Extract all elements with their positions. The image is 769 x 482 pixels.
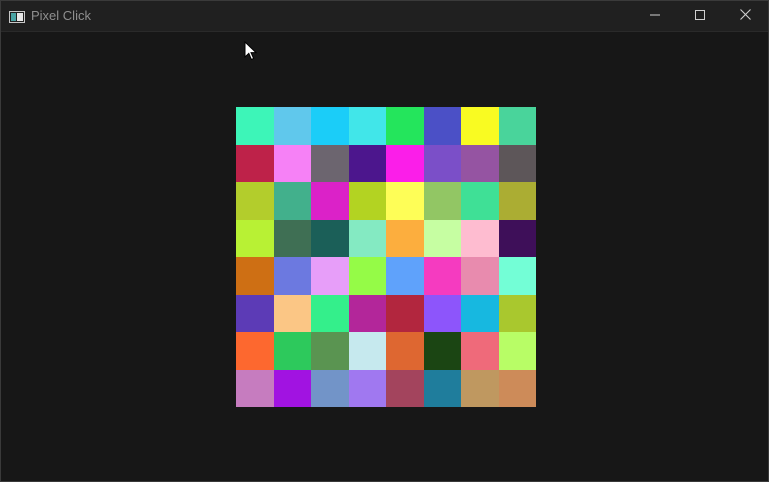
grid-cell[interactable] <box>461 294 499 332</box>
grid-cell[interactable] <box>386 107 424 145</box>
grid-cell[interactable] <box>273 294 311 332</box>
app-window-icon <box>9 10 25 23</box>
grid-cell[interactable] <box>498 257 536 295</box>
grid-cell[interactable] <box>386 332 424 370</box>
grid-cell[interactable] <box>423 219 461 257</box>
grid-cell[interactable] <box>273 219 311 257</box>
grid-cell[interactable] <box>311 369 349 407</box>
grid-cell[interactable] <box>498 107 536 145</box>
grid-cell[interactable] <box>348 332 386 370</box>
grid-cell[interactable] <box>423 294 461 332</box>
maximize-button[interactable] <box>677 1 723 31</box>
grid-cell[interactable] <box>423 182 461 220</box>
grid-cell[interactable] <box>348 144 386 182</box>
client-area[interactable] <box>1 32 768 481</box>
grid-cell[interactable] <box>498 219 536 257</box>
grid-cell[interactable] <box>273 257 311 295</box>
grid-cell[interactable] <box>311 294 349 332</box>
maximize-icon <box>695 7 705 25</box>
color-grid <box>236 107 536 407</box>
grid-cell[interactable] <box>461 257 499 295</box>
grid-cell[interactable] <box>461 369 499 407</box>
grid-cell[interactable] <box>461 107 499 145</box>
grid-cell[interactable] <box>236 369 274 407</box>
grid-cell[interactable] <box>348 107 386 145</box>
grid-cell[interactable] <box>498 369 536 407</box>
grid-cell[interactable] <box>236 182 274 220</box>
minimize-button[interactable] <box>632 1 678 31</box>
grid-cell[interactable] <box>348 294 386 332</box>
grid-cell[interactable] <box>311 332 349 370</box>
close-icon <box>739 7 751 25</box>
grid-cell[interactable] <box>498 294 536 332</box>
grid-cell[interactable] <box>498 332 536 370</box>
grid-cell[interactable] <box>423 369 461 407</box>
close-button[interactable] <box>722 1 768 31</box>
grid-cell[interactable] <box>461 182 499 220</box>
grid-cell[interactable] <box>236 332 274 370</box>
grid-cell[interactable] <box>498 182 536 220</box>
grid-cell[interactable] <box>311 107 349 145</box>
grid-cell[interactable] <box>311 144 349 182</box>
grid-cell[interactable] <box>386 294 424 332</box>
grid-cell[interactable] <box>386 257 424 295</box>
grid-cell[interactable] <box>236 144 274 182</box>
window-title: Pixel Click <box>31 8 91 23</box>
grid-cell[interactable] <box>348 182 386 220</box>
app-window: Pixel Click <box>0 0 769 482</box>
grid-cell[interactable] <box>498 144 536 182</box>
grid-cell[interactable] <box>273 332 311 370</box>
grid-cell[interactable] <box>311 257 349 295</box>
grid-cell[interactable] <box>386 219 424 257</box>
grid-cell[interactable] <box>386 144 424 182</box>
grid-cell[interactable] <box>423 332 461 370</box>
grid-cell[interactable] <box>348 219 386 257</box>
grid-cell[interactable] <box>348 257 386 295</box>
title-bar[interactable]: Pixel Click <box>1 1 768 32</box>
grid-cell[interactable] <box>236 257 274 295</box>
grid-cell[interactable] <box>386 182 424 220</box>
grid-cell[interactable] <box>311 219 349 257</box>
grid-cell[interactable] <box>461 219 499 257</box>
grid-cell[interactable] <box>273 107 311 145</box>
grid-cell[interactable] <box>386 369 424 407</box>
grid-cell[interactable] <box>273 369 311 407</box>
grid-cell[interactable] <box>273 144 311 182</box>
grid-cell[interactable] <box>461 144 499 182</box>
grid-cell[interactable] <box>461 332 499 370</box>
minimize-icon <box>650 7 660 25</box>
grid-cell[interactable] <box>423 144 461 182</box>
grid-cell[interactable] <box>236 107 274 145</box>
grid-cell[interactable] <box>423 107 461 145</box>
grid-cell[interactable] <box>348 369 386 407</box>
grid-cell[interactable] <box>273 182 311 220</box>
grid-cell[interactable] <box>423 257 461 295</box>
grid-cell[interactable] <box>236 219 274 257</box>
mouse-cursor-icon <box>244 40 258 61</box>
grid-cell[interactable] <box>311 182 349 220</box>
grid-cell[interactable] <box>236 294 274 332</box>
